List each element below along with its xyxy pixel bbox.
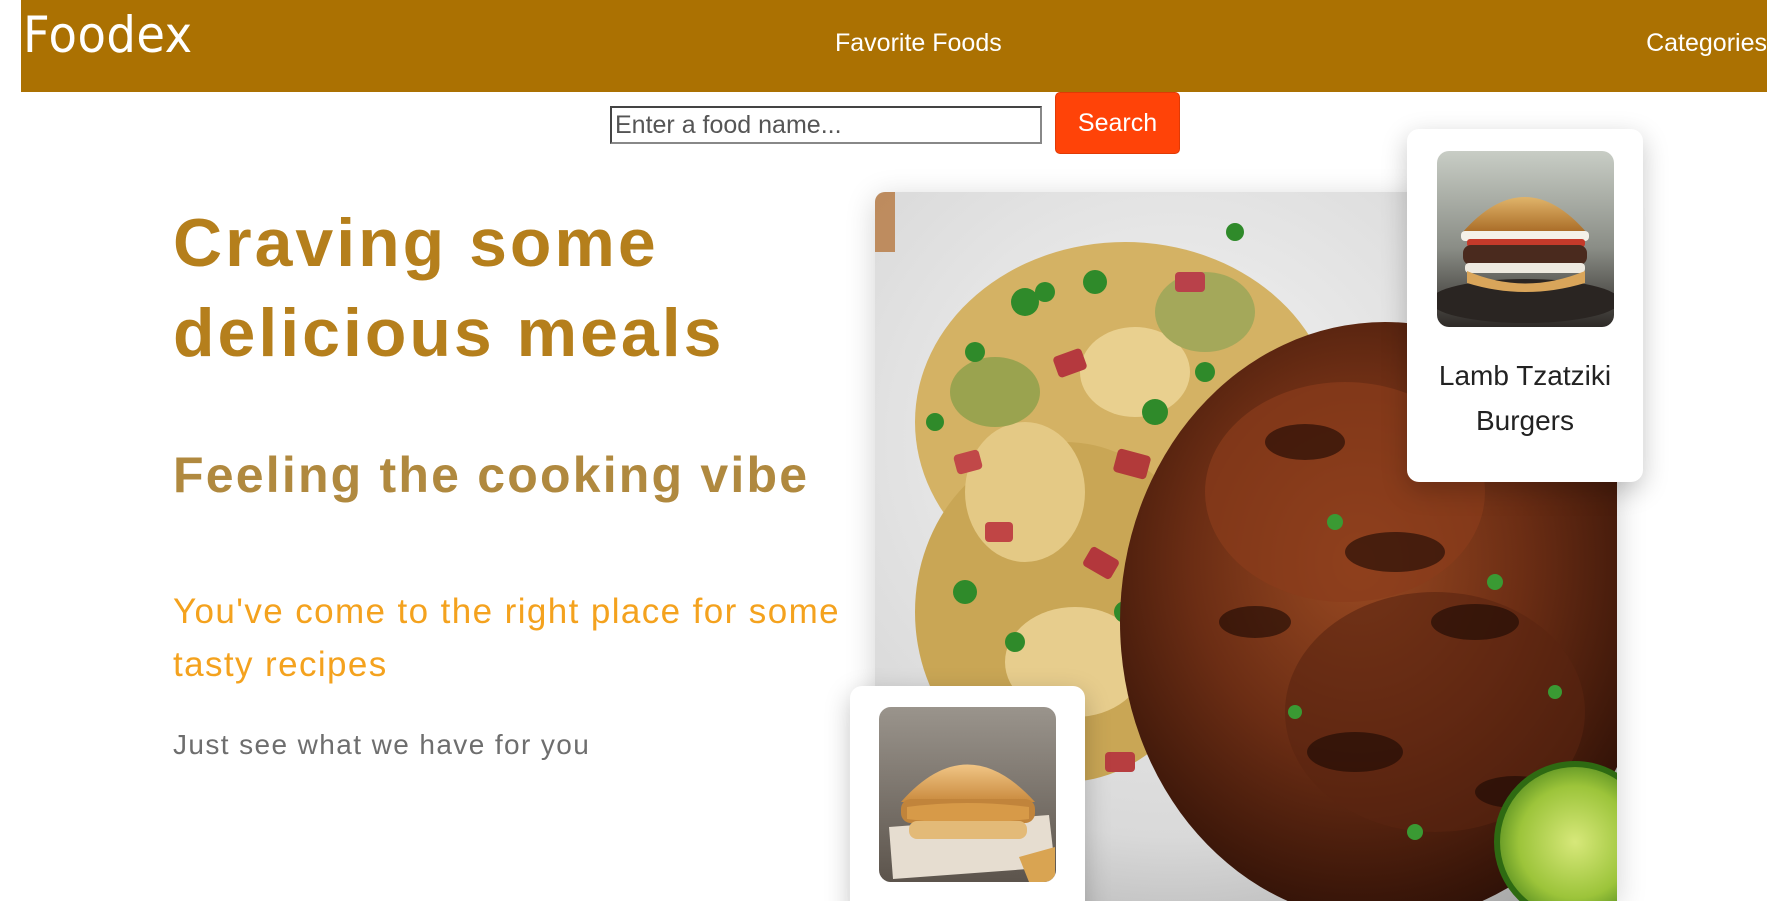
burger-image bbox=[1437, 151, 1614, 327]
search-button[interactable]: Search bbox=[1055, 92, 1180, 154]
food-card-lamb-tzatziki-burgers[interactable]: Lamb Tzatziki Burgers bbox=[1407, 129, 1643, 482]
navbar: Foodex Favorite Foods Categories bbox=[21, 0, 1767, 92]
nav-link-favorite-foods[interactable]: Favorite Foods bbox=[835, 29, 1002, 58]
card-title: Lamb Tzatziki Burgers bbox=[1438, 360, 1612, 436]
food-card-chicken-sandwich[interactable] bbox=[850, 686, 1085, 901]
brand-logo[interactable]: Foodex bbox=[23, 10, 193, 60]
search-input[interactable] bbox=[610, 106, 1042, 144]
hero-tagline: You've come to the right place for some … bbox=[173, 592, 840, 684]
hero-title: Craving some delicious meals bbox=[173, 205, 725, 371]
nav-link-categories[interactable]: Categories bbox=[1646, 29, 1767, 58]
hero-subtitle: Feeling the cooking vibe bbox=[173, 447, 810, 503]
chicken-sandwich-image bbox=[879, 707, 1056, 882]
page: Foodex Favorite Foods Categories Search … bbox=[0, 0, 1786, 901]
hero-note: Just see what we have for you bbox=[173, 729, 591, 760]
